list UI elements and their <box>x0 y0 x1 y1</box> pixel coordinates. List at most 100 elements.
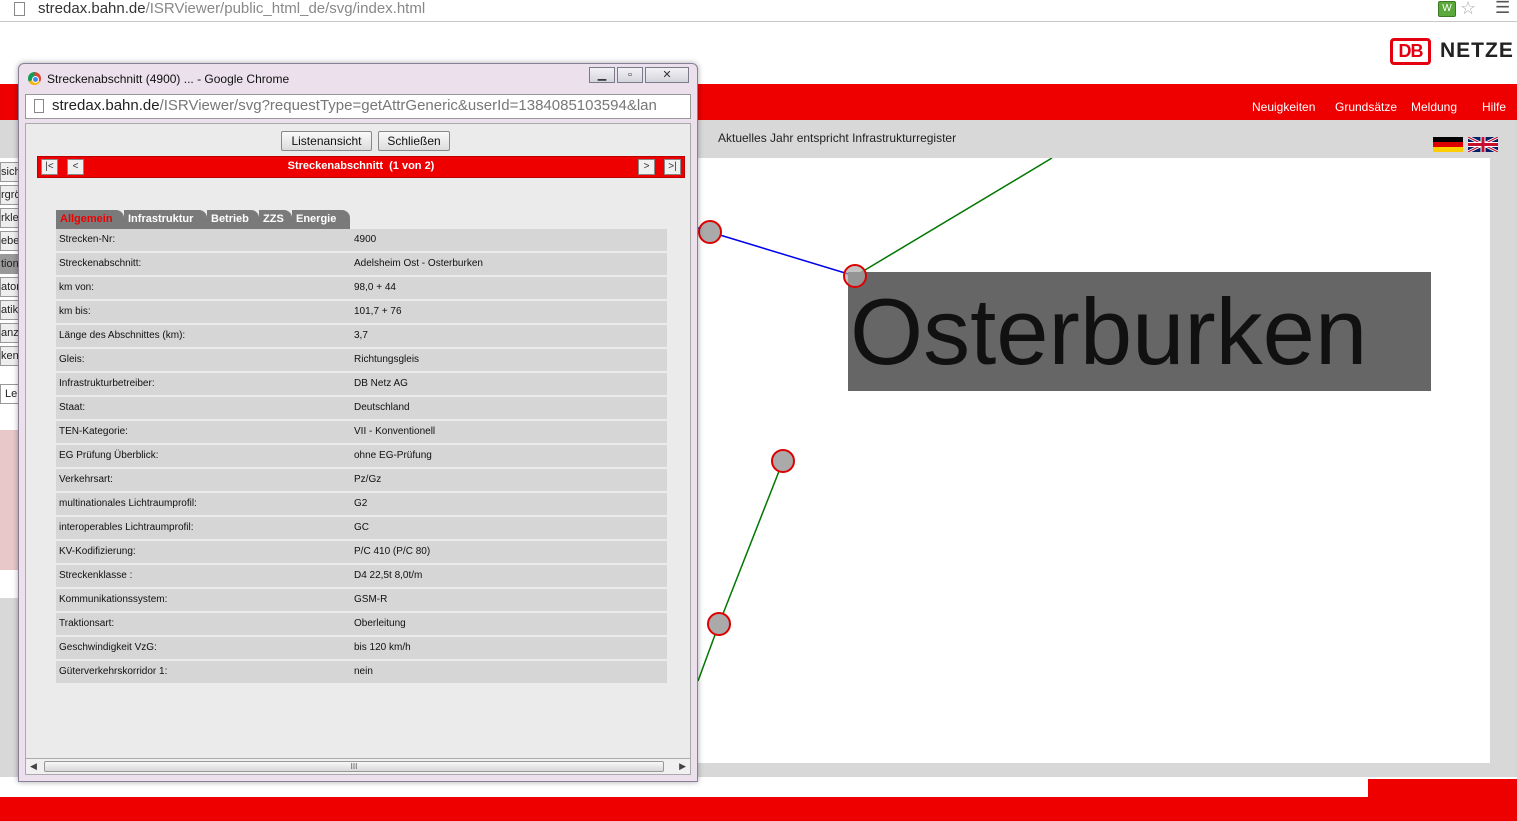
sidebar-item[interactable]: Le <box>0 384 20 404</box>
popup-titlebar[interactable]: Streckenabschnitt (4900) ... - Google Ch… <box>19 64 697 92</box>
uk-flag-icon[interactable] <box>1468 137 1498 152</box>
attribute-value: GSM-R <box>354 594 388 605</box>
attribute-key: Streckenabschnitt: <box>59 258 142 269</box>
sidebar-item[interactable]: rkle <box>0 208 20 228</box>
attribute-value: Oberleitung <box>354 618 406 629</box>
tab-allgemein[interactable]: Allgemein <box>56 210 124 229</box>
scroll-thumb[interactable]: III <box>44 761 664 772</box>
sidebar-item[interactable]: atik <box>0 300 20 320</box>
table-row: multinationales Lichtraumprofil: G2 <box>56 493 667 515</box>
netze-wordmark: NETZE <box>1440 39 1514 62</box>
bookmark-star-icon[interactable]: ☆ <box>1460 0 1476 19</box>
table-row: Streckenabschnitt: Adelsheim Ost - Osterb… <box>56 253 667 275</box>
table-row: Verkehrsart: Pz/Gz <box>56 469 667 491</box>
minimize-button[interactable]: ▁ <box>589 67 615 83</box>
attribute-value: ohne EG-Prüfung <box>354 450 432 461</box>
attribute-value: 101,7 + 76 <box>354 306 402 317</box>
attribute-key: Länge des Abschnittes (km): <box>59 330 186 341</box>
scroll-right-icon[interactable]: ▶ <box>679 761 686 772</box>
overview-map-thumbnail[interactable] <box>0 430 20 570</box>
attribute-key: Geschwindigkeit VzG: <box>59 642 157 653</box>
horizontal-scrollbar[interactable]: ◀ III ▶ <box>25 758 691 775</box>
map-canvas[interactable]: Osterburken <box>698 158 1490 763</box>
attribute-value: bis 120 km/h <box>354 642 411 653</box>
attribute-value: Pz/Gz <box>354 474 382 485</box>
attribute-key: km von: <box>59 282 95 293</box>
attribute-key: Kommunikationssystem: <box>59 594 168 605</box>
pager-bar: Streckenabschnitt (1 von 2) |< < > >| <box>37 156 685 178</box>
scroll-left-icon[interactable]: ◀ <box>30 761 37 772</box>
extension-icon[interactable]: W <box>1438 1 1456 17</box>
attribute-key: EG Prüfung Überblick: <box>59 450 159 461</box>
left-sidebar: sich rgrö rkle ebe tion ator atik anz ke… <box>0 158 20 598</box>
attribute-value: Richtungsgleis <box>354 354 420 365</box>
attribute-value: Adelsheim Ost - Osterburken <box>354 258 483 269</box>
attribute-key: Gleis: <box>59 354 85 365</box>
nav-item-hilfe[interactable]: Hilfe <box>1482 100 1506 114</box>
tab-zzs[interactable]: ZZS <box>259 210 292 229</box>
page-icon <box>14 2 25 16</box>
attribute-value: 3,7 <box>354 330 368 341</box>
attribute-value: P/C 410 (P/C 80) <box>354 546 431 557</box>
sidebar-item[interactable]: sich <box>0 162 20 182</box>
popup-content: Listenansicht Schließen Streckenabschnit… <box>25 123 691 763</box>
list-view-button[interactable]: Listenansicht <box>281 131 372 151</box>
close-window-button[interactable]: ✕ <box>645 67 689 83</box>
nav-item-grundsaetze[interactable]: Grundsätze <box>1335 100 1397 114</box>
sidebar-item[interactable]: ator <box>0 277 20 297</box>
nav-item-meldung[interactable]: Meldung <box>1411 100 1457 114</box>
attribute-key: km bis: <box>59 306 91 317</box>
browser-address-bar[interactable]: stredax.bahn.de/ISRViewer/public_html_de… <box>0 0 1517 22</box>
table-row: km von: 98,0 + 44 <box>56 277 667 299</box>
sidebar-item[interactable]: rgrö <box>0 185 20 205</box>
chrome-icon <box>28 72 41 85</box>
popup-address-bar[interactable]: stredax.bahn.de/ISRViewer/svg?requestTyp… <box>25 94 691 119</box>
attribute-value: G2 <box>354 498 368 509</box>
attribute-key: Strecken-Nr: <box>59 234 116 245</box>
attribute-value: Deutschland <box>354 402 410 413</box>
table-row: Infrastrukturbetreiber: DB Netz AG <box>56 373 667 395</box>
browser-url[interactable]: stredax.bahn.de/ISRViewer/public_html_de… <box>38 0 425 17</box>
attribute-key: KV-Kodifizierung: <box>59 546 136 557</box>
tab-energie[interactable]: Energie <box>292 210 350 229</box>
attribute-key: multinationales Lichtraumprofil: <box>59 498 197 509</box>
tab-betrieb[interactable]: Betrieb <box>207 210 259 229</box>
pager-first-button[interactable]: |< <box>41 159 58 175</box>
browser-menu-icon[interactable]: ☰ <box>1495 0 1510 18</box>
sidebar-item[interactable]: anz <box>0 323 20 343</box>
table-row: Streckenklasse : D4 22,5t 8,0t/m <box>56 565 667 587</box>
attribute-key: interoperables Lichtraumprofil: <box>59 522 194 533</box>
page-icon <box>34 99 44 113</box>
german-flag-icon[interactable] <box>1433 137 1463 152</box>
attribute-key: TEN-Kategorie: <box>59 426 128 437</box>
map-node-overlay <box>843 264 867 288</box>
table-row: KV-Kodifizierung: P/C 410 (P/C 80) <box>56 541 667 563</box>
pager-title: Streckenabschnitt (1 von 2) <box>287 160 435 172</box>
table-row: TEN-Kategorie: VII - Konventionell <box>56 421 667 443</box>
nav-item-neuigkeiten[interactable]: Neuigkeiten <box>1252 100 1315 114</box>
sidebar-item[interactable]: ebe <box>0 231 20 251</box>
table-row: km bis: 101,7 + 76 <box>56 301 667 323</box>
maximize-button[interactable]: ▫ <box>617 67 643 83</box>
tab-infrastruktur[interactable]: Infrastruktur <box>124 210 207 229</box>
close-button[interactable]: Schließen <box>378 131 450 151</box>
popup-url[interactable]: stredax.bahn.de/ISRViewer/svg?requestTyp… <box>52 97 688 114</box>
attribute-value: GC <box>354 522 369 533</box>
attribute-value: VII - Konventionell <box>354 426 436 437</box>
station-node-osterburken[interactable] <box>843 264 867 288</box>
db-netze-logo[interactable]: DB NETZE <box>1390 37 1514 65</box>
pager-prev-button[interactable]: < <box>67 159 84 175</box>
pager-last-button[interactable]: >| <box>664 159 681 175</box>
table-row: Strecken-Nr: 4900 <box>56 229 667 251</box>
attribute-value: DB Netz AG <box>354 378 408 389</box>
table-row: EG Prüfung Überblick: ohne EG-Prüfung <box>56 445 667 467</box>
table-row: Geschwindigkeit VzG: bis 120 km/h <box>56 637 667 659</box>
table-row: Kommunikationssystem: GSM-R <box>56 589 667 611</box>
popup-window: Streckenabschnitt (4900) ... - Google Ch… <box>18 63 698 782</box>
sidebar-item[interactable]: ken <box>0 346 20 366</box>
sidebar-item[interactable]: tion <box>0 254 20 274</box>
pager-next-button[interactable]: > <box>638 159 655 175</box>
attribute-value: 4900 <box>354 234 377 245</box>
attribute-key: Güterverkehrskorridor 1: <box>59 666 168 677</box>
table-row: Gleis: Richtungsgleis <box>56 349 667 371</box>
